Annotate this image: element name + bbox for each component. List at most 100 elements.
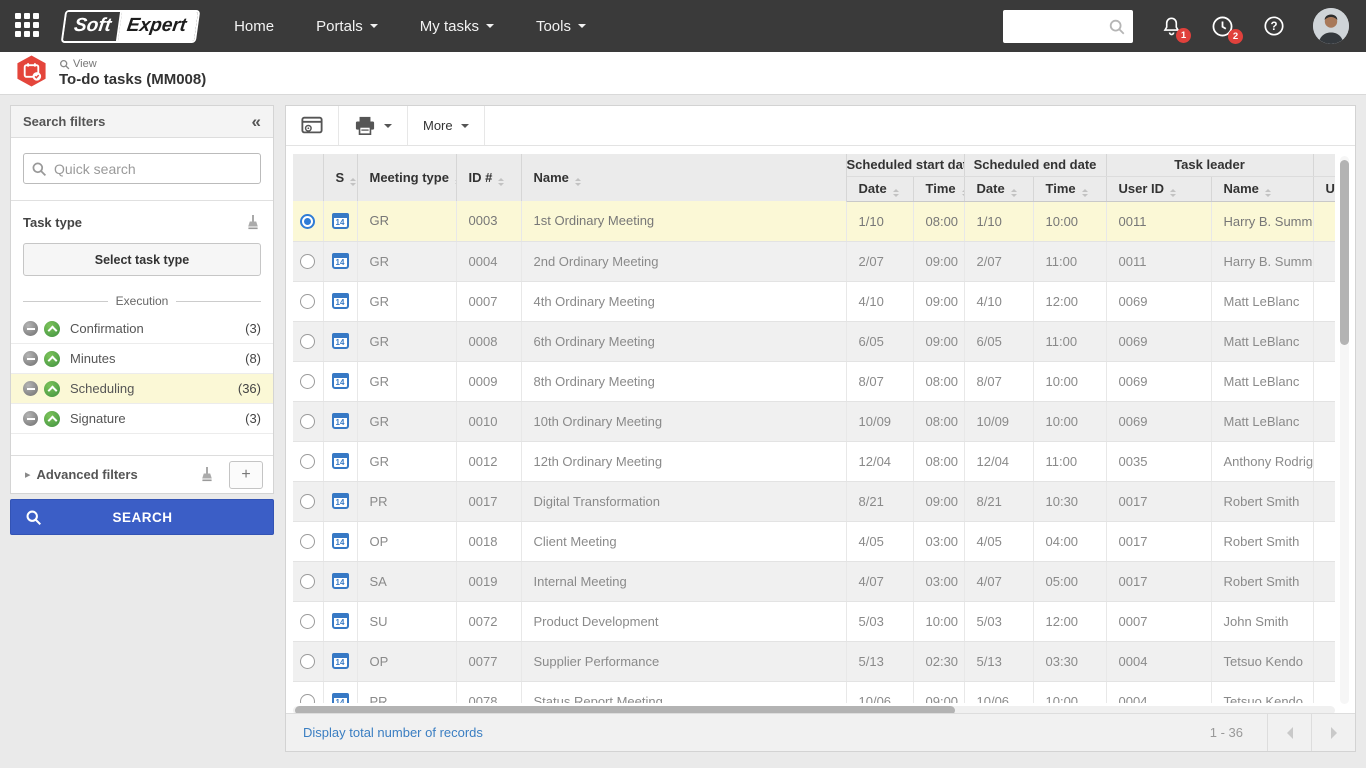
row-select-radio[interactable] bbox=[300, 614, 315, 629]
help-icon[interactable]: ? bbox=[1262, 14, 1286, 38]
filter-item-confirmation[interactable]: Confirmation(3) bbox=[11, 314, 273, 344]
next-page-button[interactable] bbox=[1311, 714, 1355, 751]
expand-arrow-icon[interactable]: ▸ bbox=[25, 468, 31, 481]
filter-item-scheduling[interactable]: Scheduling(36) bbox=[11, 374, 273, 404]
cell-end_date: 4/10 bbox=[964, 281, 1033, 321]
header-meeting-type[interactable]: Meeting type bbox=[357, 154, 456, 201]
remove-filter-icon[interactable] bbox=[23, 321, 38, 336]
row-select-radio[interactable] bbox=[300, 214, 315, 229]
priority-up-icon[interactable] bbox=[44, 321, 60, 337]
filter-count: (36) bbox=[238, 381, 261, 396]
top-navigation-bar: Soft Expert Home Portals My tasks Tools … bbox=[0, 0, 1366, 52]
header-status[interactable]: S bbox=[323, 154, 357, 201]
header-end-date[interactable]: Date bbox=[964, 176, 1033, 201]
chevron-down-icon[interactable] bbox=[384, 124, 392, 132]
row-select-radio[interactable] bbox=[300, 694, 315, 703]
header-clipped-column[interactable]: User ID bbox=[1313, 176, 1335, 201]
search-button[interactable]: SEARCH bbox=[10, 499, 274, 535]
sort-icon bbox=[350, 178, 356, 186]
cell-leader: Matt LeBlanc bbox=[1211, 281, 1313, 321]
table-row[interactable]: 14GR00098th Ordinary Meeting8/0708:008/0… bbox=[293, 361, 1335, 401]
results-table-wrapper: S Meeting type ID # Name Scheduled start… bbox=[293, 154, 1335, 703]
printer-icon bbox=[354, 116, 376, 136]
row-select-radio[interactable] bbox=[300, 414, 315, 429]
cell-user_id: 0069 bbox=[1106, 321, 1211, 361]
search-icon bbox=[31, 161, 47, 177]
row-select-radio[interactable] bbox=[300, 334, 315, 349]
print-button[interactable] bbox=[339, 106, 408, 145]
view-record-button[interactable] bbox=[286, 106, 339, 145]
cell-start_date: 12/04 bbox=[846, 441, 913, 481]
cell-end_time: 12:00 bbox=[1033, 601, 1106, 641]
header-start-time[interactable]: Time bbox=[913, 176, 964, 201]
priority-up-icon[interactable] bbox=[44, 351, 60, 367]
header-leader-name[interactable]: Name bbox=[1211, 176, 1313, 201]
table-row[interactable]: 14GR001212th Ordinary Meeting12/0408:001… bbox=[293, 441, 1335, 481]
add-filter-button[interactable]: + bbox=[229, 461, 263, 489]
main-menu: Home Portals My tasks Tools bbox=[234, 18, 586, 35]
vertical-scrollbar[interactable] bbox=[1340, 156, 1349, 704]
collapse-panel-icon[interactable]: « bbox=[252, 113, 261, 130]
row-select-radio[interactable] bbox=[300, 254, 315, 269]
header-end-time[interactable]: Time bbox=[1033, 176, 1106, 201]
cell-end_time: 05:00 bbox=[1033, 561, 1106, 601]
table-row[interactable]: 14OP0077Supplier Performance5/1302:305/1… bbox=[293, 641, 1335, 681]
header-id[interactable]: ID # bbox=[456, 154, 521, 201]
row-select-radio[interactable] bbox=[300, 294, 315, 309]
table-row[interactable]: 14GR001010th Ordinary Meeting10/0908:001… bbox=[293, 401, 1335, 441]
header-start-date[interactable]: Date bbox=[846, 176, 913, 201]
table-row[interactable]: 14SA0019Internal Meeting4/0703:004/0705:… bbox=[293, 561, 1335, 601]
filter-item-minutes[interactable]: Minutes(8) bbox=[11, 344, 273, 374]
row-select-radio[interactable] bbox=[300, 494, 315, 509]
remove-filter-icon[interactable] bbox=[23, 351, 38, 366]
more-button[interactable]: More bbox=[408, 106, 485, 145]
table-row[interactable]: 14PR0017Digital Transformation8/2109:008… bbox=[293, 481, 1335, 521]
header-user-id[interactable]: User ID bbox=[1106, 176, 1211, 201]
row-select-radio[interactable] bbox=[300, 454, 315, 469]
remove-filter-icon[interactable] bbox=[23, 381, 38, 396]
display-total-records-link[interactable]: Display total number of records bbox=[303, 725, 1210, 740]
priority-up-icon[interactable] bbox=[44, 411, 60, 427]
clear-filter-broom-icon[interactable] bbox=[199, 466, 215, 483]
cell-type: SU bbox=[357, 601, 456, 641]
previous-page-button[interactable] bbox=[1267, 714, 1311, 751]
sort-icon bbox=[893, 189, 899, 197]
table-row[interactable]: 14GR00074th Ordinary Meeting4/1009:004/1… bbox=[293, 281, 1335, 321]
table-row[interactable]: 14GR00042nd Ordinary Meeting2/0709:002/0… bbox=[293, 241, 1335, 281]
remove-filter-icon[interactable] bbox=[23, 411, 38, 426]
pagination-range: 1 - 36 bbox=[1210, 725, 1243, 740]
table-row[interactable]: 14GR00086th Ordinary Meeting6/0509:006/0… bbox=[293, 321, 1335, 361]
filter-item-signature[interactable]: Signature(3) bbox=[11, 404, 273, 434]
table-row[interactable]: 14SU0072Product Development5/0310:005/03… bbox=[293, 601, 1335, 641]
chevron-down-icon bbox=[370, 24, 378, 32]
quick-search-input[interactable] bbox=[23, 153, 261, 184]
table-row[interactable]: 14PR0078Status Report Meeting10/0609:001… bbox=[293, 681, 1335, 703]
app-launcher-icon[interactable] bbox=[15, 13, 41, 39]
advanced-filters-toggle[interactable]: Advanced filters bbox=[37, 467, 199, 482]
table-row[interactable]: 14OP0018Client Meeting4/0503:004/0504:00… bbox=[293, 521, 1335, 561]
user-avatar[interactable] bbox=[1313, 8, 1349, 44]
cell-name: 6th Ordinary Meeting bbox=[521, 321, 846, 361]
pending-tasks-clock-icon[interactable]: 2 bbox=[1210, 14, 1235, 39]
select-task-type-button[interactable]: Select task type bbox=[23, 243, 261, 276]
cell-clipped bbox=[1313, 401, 1335, 441]
menu-my-tasks[interactable]: My tasks bbox=[420, 18, 494, 35]
header-name[interactable]: Name bbox=[521, 154, 846, 201]
clear-filter-broom-icon[interactable] bbox=[245, 214, 261, 231]
cell-end_time: 10:00 bbox=[1033, 401, 1106, 441]
cell-type: GR bbox=[357, 281, 456, 321]
menu-home[interactable]: Home bbox=[234, 18, 274, 35]
table-row[interactable]: 14GR00031st Ordinary Meeting1/1008:001/1… bbox=[293, 201, 1335, 241]
vertical-scrollbar-thumb[interactable] bbox=[1340, 160, 1349, 345]
row-select-radio[interactable] bbox=[300, 374, 315, 389]
cell-end_time: 11:00 bbox=[1033, 321, 1106, 361]
row-select-radio[interactable] bbox=[300, 534, 315, 549]
priority-up-icon[interactable] bbox=[44, 381, 60, 397]
menu-tools[interactable]: Tools bbox=[536, 18, 586, 35]
notifications-bell-icon[interactable]: 1 bbox=[1160, 15, 1183, 38]
row-select-radio[interactable] bbox=[300, 574, 315, 589]
cell-name: 8th Ordinary Meeting bbox=[521, 361, 846, 401]
softexpert-logo[interactable]: Soft Expert bbox=[61, 10, 201, 43]
menu-portals[interactable]: Portals bbox=[316, 18, 378, 35]
row-select-radio[interactable] bbox=[300, 654, 315, 669]
